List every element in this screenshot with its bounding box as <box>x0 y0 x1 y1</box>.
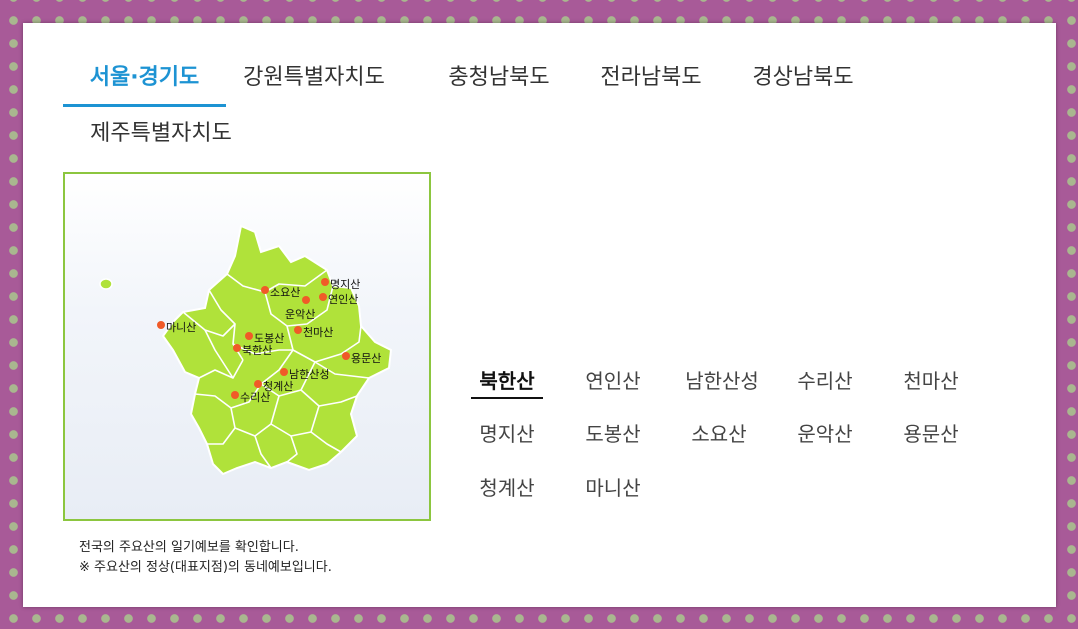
map-label-cheonmasan[interactable]: 천마산 <box>303 327 333 339</box>
mountain-link-cheonmasan[interactable]: 천마산 <box>895 367 967 395</box>
tab-gyeongsang[interactable]: 경상남북도 <box>743 59 863 107</box>
info-note-2: ※ 주요산의 정상(대표지점)의 동네예보입니다. <box>79 560 332 575</box>
info-note-1: 전국의 주요산의 일기예보를 확인합니다. <box>79 540 299 555</box>
mountain-link-surisan[interactable]: 수리산 <box>789 367 861 395</box>
tab-gangwon[interactable]: 강원특별자치도 <box>239 59 389 107</box>
mountain-link-bukhansan[interactable]: 북한산 <box>471 367 543 399</box>
marker-yeoninsan[interactable] <box>319 293 327 301</box>
marker-namhansanseong[interactable] <box>280 368 288 376</box>
tab-jeju[interactable]: 제주특별자치도 <box>83 115 239 163</box>
map-label-unaksan[interactable]: 운악산 <box>285 309 315 321</box>
marker-unaksan[interactable] <box>302 296 310 304</box>
marker-myeongjisan[interactable] <box>321 278 329 286</box>
mountain-link-manisan[interactable]: 마니산 <box>577 474 649 502</box>
mountain-link-soyosan[interactable]: 소요산 <box>683 420 755 448</box>
mountain-link-yeoninsan[interactable]: 연인산 <box>577 367 649 395</box>
mountain-link-yongmunsan[interactable]: 용문산 <box>895 420 967 448</box>
mountain-link-namhansanseong[interactable]: 남한산성 <box>677 367 767 395</box>
marker-soyosan[interactable] <box>261 286 269 294</box>
tab-jeolla[interactable]: 전라남북도 <box>591 59 711 107</box>
mountain-link-unaksan[interactable]: 운악산 <box>789 420 861 448</box>
map-label-bukhansan[interactable]: 북한산 <box>242 345 272 357</box>
tab-seoul-gyeonggi[interactable]: 서울·경기도 <box>63 59 226 107</box>
map-label-namhansanseong[interactable]: 남한산성 <box>289 369 329 381</box>
content-panel: 서울·경기도 강원특별자치도 충청남북도 전라남북도 경상남북도 제주특별자치도 <box>23 23 1056 607</box>
map-label-yeoninsan[interactable]: 연인산 <box>328 294 358 306</box>
marker-cheonggyesan[interactable] <box>254 380 262 388</box>
marker-yongmunsan[interactable] <box>342 352 350 360</box>
map-label-surisan[interactable]: 수리산 <box>240 392 270 404</box>
marker-manisan[interactable] <box>157 321 165 329</box>
map-label-yongmunsan[interactable]: 용문산 <box>351 353 381 365</box>
map-label-myeongjisan[interactable]: 명지산 <box>330 279 360 291</box>
mountain-link-dobongsan[interactable]: 도봉산 <box>577 420 649 448</box>
mountain-link-myeongjisan[interactable]: 명지산 <box>471 420 543 448</box>
tab-chungcheong[interactable]: 충청남북도 <box>439 59 559 107</box>
map-label-soyosan[interactable]: 소요산 <box>270 287 300 299</box>
marker-cheonmasan[interactable] <box>294 326 302 334</box>
marker-surisan[interactable] <box>231 391 239 399</box>
marker-dobongsan[interactable] <box>245 332 253 340</box>
map-label-manisan[interactable]: 마니산 <box>166 322 196 334</box>
mountain-link-cheonggyesan[interactable]: 청계산 <box>471 474 543 502</box>
marker-bukhansan[interactable] <box>233 344 241 352</box>
mountain-map: 명지산 소요산 연인산 운악산 천마산 마니산 도봉산 북한산 용문산 남한산성… <box>63 172 431 521</box>
